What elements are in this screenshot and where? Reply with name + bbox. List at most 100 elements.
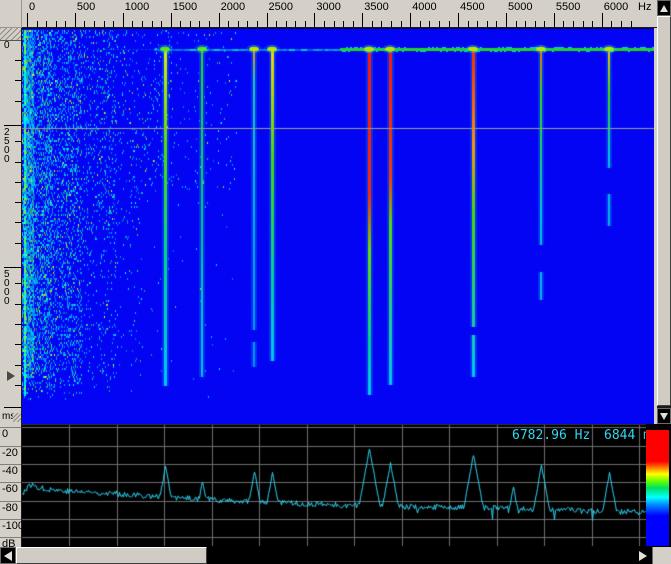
intensity-colorbar [646, 430, 669, 546]
freq-minor-tick [496, 21, 498, 27]
freq-tick-label: 0 [29, 1, 36, 13]
freq-minor-tick [611, 21, 613, 27]
time-minor-tick [15, 101, 21, 102]
scroll-right-button[interactable] [634, 547, 651, 564]
time-minor-tick [15, 222, 21, 223]
time-major-tick [4, 267, 21, 268]
freq-minor-tick [448, 21, 450, 27]
time-minor-tick [15, 304, 21, 305]
freq-major-tick [506, 13, 507, 27]
time-minor-tick [15, 365, 21, 366]
freq-major-tick [122, 13, 124, 27]
colorbar-zone [646, 424, 671, 547]
freq-major-tick [74, 13, 76, 27]
ruler-corner-box [0, 0, 22, 28]
freq-minor-tick [525, 21, 527, 27]
spectrogram-app-window: Hz 0 500 1000 1500 2000 2500 3000 3500 4000 4500 5… [0, 0, 671, 564]
freq-major-tick [27, 13, 28, 27]
freq-minor-tick [582, 21, 584, 27]
freq-minor-tick [161, 21, 163, 27]
freq-minor-tick [515, 21, 517, 27]
freq-minor-tick [228, 21, 230, 27]
time-minor-tick [15, 141, 21, 142]
time-ruler[interactable]: ms 02 5 0 05 0 0 0 [0, 28, 22, 424]
freq-major-tick [362, 13, 364, 27]
frequency-readout: 6782.96 Hz [512, 428, 591, 443]
time-position-marker-icon[interactable] [7, 371, 15, 381]
freq-minor-tick [55, 21, 57, 27]
freq-tick-label: 4500 [460, 1, 485, 13]
scrollbar-corner-box [652, 547, 671, 564]
freq-minor-tick [429, 21, 431, 27]
freq-minor-tick [343, 21, 345, 27]
scroll-up-button[interactable] [657, 0, 671, 16]
freq-tick-label: 3000 [316, 1, 341, 13]
down-arrow-icon [660, 412, 668, 420]
freq-minor-tick [151, 21, 153, 27]
freq-minor-tick [323, 21, 325, 27]
freq-minor-tick [189, 21, 191, 27]
vertical-scrollbar-thumb[interactable] [657, 16, 671, 406]
time-minor-tick [15, 202, 21, 203]
spectrogram-display[interactable] [22, 28, 654, 424]
freq-minor-tick [36, 21, 38, 27]
freq-minor-tick [180, 21, 182, 27]
freq-minor-tick [620, 21, 622, 27]
freq-minor-tick [544, 21, 546, 27]
frequency-ruler[interactable]: Hz 0 500 1000 1500 2000 2500 3000 3500 4000 4500 5… [22, 0, 657, 28]
db-tick-label: -40 [2, 465, 18, 477]
db-ruler: dB 0 -20 -40 -60 -80 -100 [0, 424, 25, 550]
freq-minor-tick [247, 21, 249, 27]
scroll-down-button[interactable] [657, 408, 671, 424]
freq-minor-tick [132, 21, 134, 27]
horizontal-scrollbar-thumb[interactable] [16, 547, 207, 564]
freq-minor-tick [371, 21, 373, 27]
freq-minor-tick [295, 21, 297, 27]
horizontal-scrollbar[interactable] [0, 547, 671, 564]
freq-tick-label: 2000 [220, 1, 246, 13]
freq-minor-tick [419, 21, 421, 27]
freq-minor-tick [630, 21, 632, 27]
freq-tick-label: 1500 [172, 1, 198, 13]
time-minor-tick [15, 344, 21, 345]
freq-minor-tick [141, 21, 143, 27]
freq-tick-label: 3500 [364, 1, 389, 13]
freq-minor-tick [573, 21, 575, 27]
freq-minor-tick [103, 21, 105, 27]
time-ruler-hatch-small [13, 413, 21, 422]
time-minor-tick [15, 80, 21, 81]
time-minor-tick [15, 243, 21, 244]
freq-tick-label: 1000 [124, 1, 150, 13]
freq-major-tick [314, 13, 316, 27]
freq-minor-tick [65, 21, 67, 27]
freq-minor-tick [84, 21, 86, 27]
db-tick-label: 0 [2, 428, 9, 440]
db-tick-label: -20 [2, 447, 18, 459]
vertical-scrollbar[interactable] [657, 0, 671, 424]
time-minor-tick [15, 385, 21, 386]
freq-tick-label: 4000 [412, 1, 437, 13]
freq-major-tick [266, 13, 268, 27]
left-arrow-icon [4, 550, 12, 561]
time-minor-tick [15, 182, 21, 183]
db-tick-label: -100 [2, 520, 25, 532]
freq-minor-tick [486, 21, 488, 27]
freq-minor-tick [438, 21, 440, 27]
time-tick-label: 5 0 0 0 [4, 269, 10, 307]
freq-major-tick [410, 13, 412, 27]
freq-minor-tick [113, 21, 115, 27]
scroll-left-button[interactable] [0, 547, 16, 564]
freq-minor-tick [400, 21, 402, 27]
time-tick-label: 0 [4, 40, 10, 51]
freq-major-tick [601, 13, 603, 27]
freq-tick-label: 6000 [603, 1, 629, 13]
up-arrow-icon [660, 4, 668, 12]
freq-minor-tick [209, 21, 211, 27]
freq-minor-tick [592, 21, 594, 27]
freq-minor-tick [237, 21, 239, 27]
freq-minor-tick [477, 21, 479, 27]
time-tick-label: 2 5 0 0 [4, 127, 10, 165]
freq-minor-tick [276, 21, 278, 27]
freq-major-tick [553, 13, 555, 27]
freq-minor-tick [46, 21, 48, 27]
